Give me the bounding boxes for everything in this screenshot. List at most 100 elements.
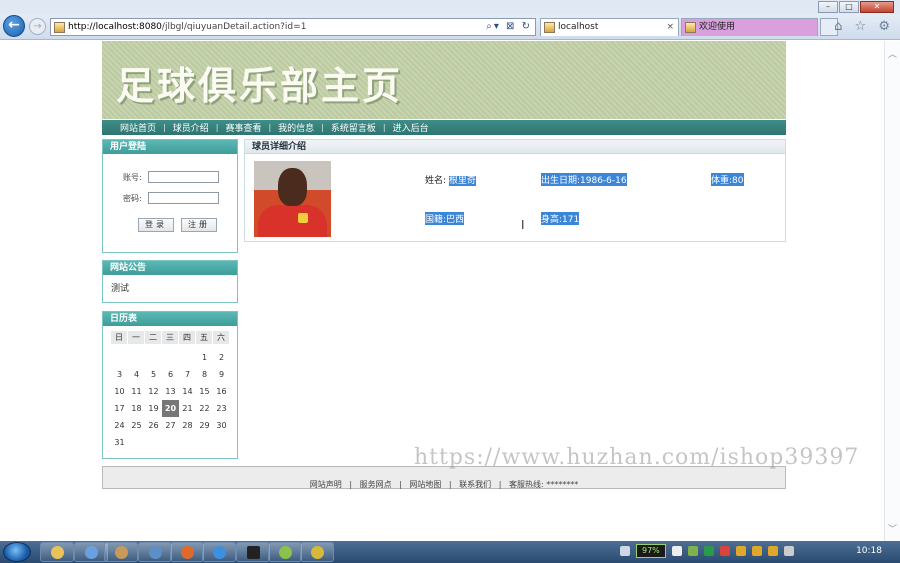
menu-item-matches[interactable]: 赛事查看 (225, 121, 261, 134)
notice-body: 测试 (111, 284, 130, 294)
calendar-day[interactable]: 3 (111, 366, 128, 383)
qq-icon[interactable] (767, 546, 778, 556)
calendar-day[interactable]: 19 (145, 400, 162, 417)
calendar-day[interactable]: 29 (196, 417, 213, 434)
battery-indicator[interactable]: 97% (636, 544, 666, 558)
close-window-button[interactable]: ✕ (860, 1, 894, 13)
player-detail-panel: 球员详细介绍 姓名: 根里奇 出生日期:1986-6-16 体重:80 国籍:巴… (244, 139, 786, 242)
start-button[interactable] (3, 542, 31, 562)
calendar-day[interactable]: 11 (128, 383, 145, 400)
windows-taskbar: 97% 10:18 (0, 541, 900, 563)
password-label: 密码: (123, 193, 142, 203)
calendar-weekday: 一 (128, 331, 144, 344)
footer-link-statement[interactable]: 网站声明 (310, 480, 342, 489)
menu-item-my-info[interactable]: 我的信息 (278, 121, 314, 134)
menu-item-guestbook[interactable]: 系统留言板 (331, 121, 376, 134)
qq-icon[interactable] (735, 546, 746, 556)
tray-red-icon[interactable] (719, 546, 730, 556)
calendar-day[interactable]: 24 (111, 417, 128, 434)
menu-separator: | (382, 123, 386, 132)
network-icon (149, 546, 162, 559)
calendar-weekday: 四 (179, 331, 195, 344)
login-buttons: 登录 注册 (138, 218, 217, 232)
footer-link-contact[interactable]: 联系我们 (459, 480, 491, 489)
volume-icon[interactable] (783, 546, 794, 556)
calendar-day[interactable]: 17 (111, 400, 128, 417)
scroll-down-icon[interactable]: ﹀ (888, 522, 897, 535)
qq-icon[interactable] (751, 546, 762, 556)
chrome-icon (311, 546, 324, 559)
taskbar-ie[interactable] (202, 542, 236, 562)
tab-localhost[interactable]: localhost × (540, 18, 679, 36)
page-viewport: 足球俱乐部主页 网站首页 | 球员介绍 | 赛事查看 | 我的信息 | 系统留言… (0, 41, 900, 541)
account-label: 账号: (123, 172, 142, 182)
calendar-day[interactable]: 30 (213, 417, 230, 434)
address-tools-icons[interactable]: ⌕▾ ⊠ ↻ (486, 21, 532, 32)
account-input[interactable] (148, 171, 219, 183)
taskbar-media[interactable] (74, 542, 108, 562)
menu-item-home[interactable]: 网站首页 (120, 121, 156, 134)
site-banner: 足球俱乐部主页 (102, 41, 786, 119)
calendar-day[interactable]: 31 (111, 434, 128, 451)
calendar-day[interactable]: 28 (179, 417, 196, 434)
photo-badge (298, 213, 308, 223)
minimize-button[interactable]: – (818, 1, 838, 13)
calendar-day[interactable]: 22 (196, 400, 213, 417)
calendar-day-today[interactable]: 20 (162, 400, 179, 417)
power-icon[interactable] (671, 546, 682, 556)
footer-separator: | (399, 480, 402, 489)
taskbar-network[interactable] (138, 542, 172, 562)
password-input[interactable] (148, 192, 219, 204)
menu-separator: | (215, 123, 219, 132)
register-button[interactable]: 注册 (181, 218, 217, 232)
calendar-day[interactable]: 14 (179, 383, 196, 400)
login-button[interactable]: 登录 (138, 218, 174, 232)
home-favorites-settings-icons[interactable]: ⌂ ☆ ⚙ (834, 19, 894, 34)
calendar-day[interactable]: 6 (162, 366, 179, 383)
calendar-day[interactable]: 10 (111, 383, 128, 400)
calendar-day[interactable]: 16 (213, 383, 230, 400)
calendar-weekday: 三 (162, 331, 178, 344)
calendar-day[interactable]: 2 (213, 349, 230, 366)
taskbar-cmd[interactable] (236, 542, 270, 562)
calendar-day[interactable]: 21 (179, 400, 196, 417)
footer-link-service[interactable]: 服务网点 (360, 480, 392, 489)
calendar-day[interactable]: 4 (128, 366, 145, 383)
menu-item-admin[interactable]: 进入后台 (393, 121, 429, 134)
taskbar-app[interactable] (104, 542, 138, 562)
vertical-scrollbar[interactable]: ︿ ﹀ (884, 41, 900, 541)
taskbar-firefox[interactable] (170, 542, 204, 562)
calendar-day[interactable]: 26 (145, 417, 162, 434)
taskbar-explorer[interactable] (40, 542, 74, 562)
tab-close-icon[interactable]: × (666, 19, 674, 35)
taskbar-chrome[interactable] (300, 542, 334, 562)
calendar-day[interactable]: 15 (196, 383, 213, 400)
taskbar-clock[interactable]: 10:18 (856, 546, 882, 556)
calendar-day[interactable]: 18 (128, 400, 145, 417)
tray-green-icon[interactable] (703, 546, 714, 556)
calendar-day[interactable]: 8 (196, 366, 213, 383)
calendar-day[interactable]: 5 (145, 366, 162, 383)
menu-separator: | (268, 123, 272, 132)
keyboard-icon[interactable] (620, 546, 630, 556)
calendar-day[interactable]: 1 (196, 349, 213, 366)
back-button[interactable]: ← (3, 15, 25, 37)
forward-button[interactable]: → (29, 18, 46, 35)
menu-item-players[interactable]: 球员介绍 (173, 121, 209, 134)
calendar-day[interactable]: 23 (213, 400, 230, 417)
calendar-day[interactable]: 25 (128, 417, 145, 434)
menu-separator: | (163, 123, 166, 132)
tab-welcome[interactable]: 欢迎使用 (681, 18, 818, 36)
scroll-up-icon[interactable]: ︿ (888, 47, 897, 60)
calendar-day[interactable]: 13 (162, 383, 179, 400)
maximize-button[interactable]: □ (839, 1, 859, 13)
address-bar[interactable]: http://localhost:8080/jlbgl/qiuyuanDetai… (50, 18, 536, 36)
tray-app-icon[interactable] (687, 546, 698, 556)
taskbar-tool[interactable] (268, 542, 302, 562)
calendar-day[interactable]: 9 (213, 366, 230, 383)
calendar-day[interactable]: 27 (162, 417, 179, 434)
calendar-day[interactable]: 12 (145, 383, 162, 400)
footer-link-sitemap[interactable]: 网站地图 (409, 480, 441, 489)
calendar-day[interactable]: 7 (179, 366, 196, 383)
notice-title: 网站公告 (103, 261, 237, 275)
